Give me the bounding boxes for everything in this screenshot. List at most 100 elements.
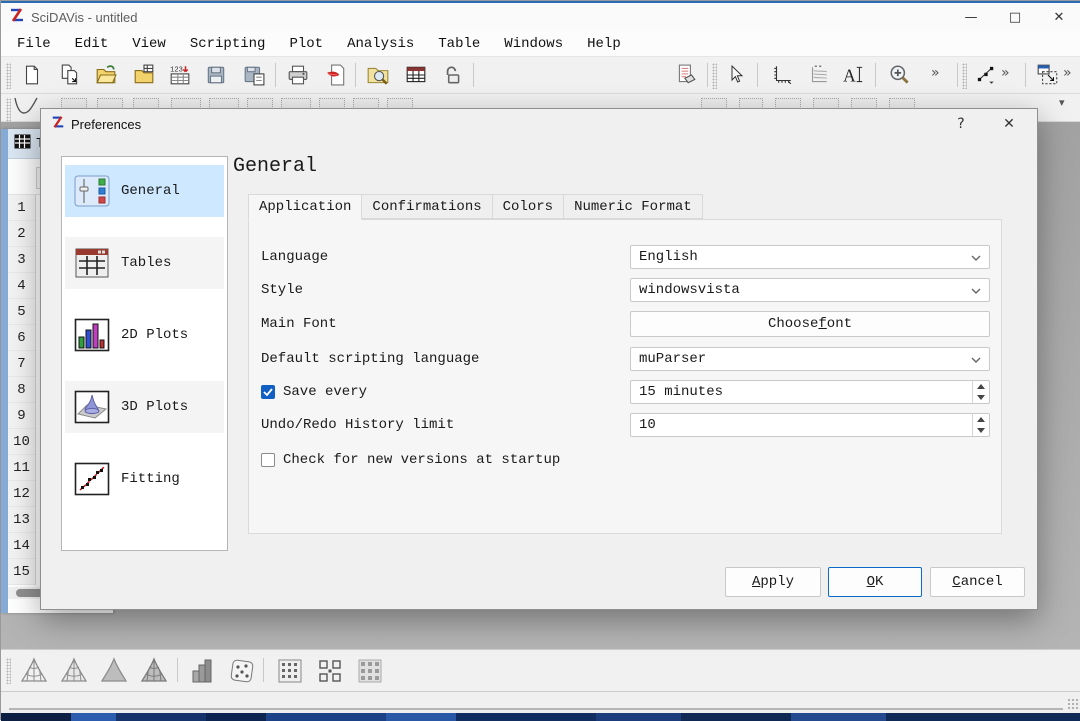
dialog-close-button[interactable]: ✕ [989,109,1029,139]
close-button[interactable]: ✕ [1037,3,1080,31]
category-fitting[interactable]: Fitting [65,453,224,505]
3d-hidden-line-icon[interactable] [55,653,93,689]
resize-grip[interactable] [1067,698,1079,710]
toolbar-drag-handle[interactable] [6,63,11,89]
row-number[interactable]: 5 [8,299,35,325]
menu-help[interactable]: Help [575,33,633,55]
row-number[interactable]: 11 [8,455,35,481]
screen-reader-icon[interactable] [1031,60,1065,90]
row-number[interactable]: 9 [8,403,35,429]
3d-contour-icon[interactable] [271,653,309,689]
save-every-spinbox[interactable]: 15 minutes [630,380,990,404]
scripting-language-value: muParser [639,351,706,367]
lock-icon[interactable] [435,60,469,90]
style-select[interactable]: windowsvista [630,278,990,302]
save-every-checkbox-row[interactable]: Save every [261,380,367,404]
minimize-button[interactable]: — [949,3,993,31]
undo-limit-spinbox[interactable]: 10 [630,413,990,437]
menu-view[interactable]: View [120,33,178,55]
cancel-button[interactable]: Cancel [930,567,1025,597]
new-function-plot-icon[interactable] [801,60,835,90]
row-number[interactable]: 15 [8,559,35,585]
tab-colors[interactable]: Colors [493,194,564,219]
new-table-icon[interactable] [399,60,433,90]
category-general[interactable]: General [65,165,224,217]
import-ascii-icon[interactable]: 123 [163,60,197,90]
spin-up-button[interactable] [973,381,989,392]
row-number[interactable]: 12 [8,481,35,507]
edit-script-icon[interactable] [669,60,703,90]
spin-down-button[interactable] [973,425,989,436]
menu-scripting[interactable]: Scripting [178,33,278,55]
save-project-icon[interactable] [199,60,233,90]
menu-plot[interactable]: Plot [277,33,335,55]
3d-scatter-icon[interactable] [223,653,261,689]
apply-button[interactable]: Apply [725,567,821,597]
add-text-icon[interactable]: A [837,60,871,90]
tab-confirmations[interactable]: Confirmations [362,194,492,219]
row-number[interactable]: 8 [8,377,35,403]
toolbar-drag-handle[interactable] [6,98,11,124]
export-pdf-icon[interactable] [319,60,353,90]
toolbar-overflow-chevron[interactable]: » [931,65,940,81]
open-template-icon[interactable] [127,60,161,90]
row-number[interactable]: 4 [8,273,35,299]
toolbar-drag-handle[interactable] [962,63,967,89]
pointer-icon[interactable] [719,60,753,90]
category-tables[interactable]: Tables [65,237,224,289]
language-select[interactable]: English [630,245,990,269]
menu-table[interactable]: Table [426,33,492,55]
new-project-icon[interactable] [15,60,49,90]
zoom-in-icon[interactable] [883,60,917,90]
ok-button[interactable]: OK [828,567,922,597]
check-versions-checkbox[interactable] [261,453,275,467]
category-2d-plots[interactable]: 2D Plots [65,309,224,361]
row-number[interactable]: 13 [8,507,35,533]
new-graph-icon[interactable] [765,60,799,90]
choose-font-button[interactable]: Choose font [630,311,990,337]
row-number[interactable]: 10 [8,429,35,455]
3d-polygons-icon[interactable] [95,653,133,689]
toolbar-separator [1025,63,1026,87]
3d-wireframe-polygons-icon[interactable] [135,653,173,689]
menu-windows[interactable]: Windows [492,33,575,55]
open-project-icon[interactable] [89,60,123,90]
row-number[interactable]: 7 [8,351,35,377]
dialog-help-button[interactable]: ? [941,109,981,139]
choose-font-accel: f [818,316,826,332]
menu-analysis[interactable]: Analysis [335,33,426,55]
print-icon[interactable] [281,60,315,90]
row-number[interactable]: 14 [8,533,35,559]
toolbar-drag-handle[interactable] [712,63,717,89]
toolbar-overflow-chevron[interactable]: ▾ [1059,96,1065,109]
maximize-button[interactable]: □ [993,3,1037,31]
3d-color-map-icon[interactable] [311,653,349,689]
category-3d-plots[interactable]: 3D Plots [65,381,224,433]
toolbar-overflow-chevron[interactable]: » [1001,65,1010,81]
toolbar-drag-handle[interactable] [6,658,11,684]
3d-grayscale-map-icon[interactable] [351,653,389,689]
row-number[interactable]: 6 [8,325,35,351]
row-number[interactable]: 3 [8,247,35,273]
toolbar-overflow-chevron[interactable]: » [1063,65,1072,81]
tab-application[interactable]: Application [248,194,362,220]
save-template-icon[interactable] [237,60,271,90]
3d-wireframe-icon[interactable] [15,653,53,689]
dialog-titlebar[interactable]: Preferences ? ✕ [41,109,1037,139]
new-note-icon[interactable] [53,60,87,90]
tab-numeric-format[interactable]: Numeric Format [564,194,703,219]
save-every-checkbox[interactable] [261,385,275,399]
spin-up-button[interactable] [973,414,989,425]
3d-bars-icon[interactable] [183,653,221,689]
menu-edit[interactable]: Edit [63,33,121,55]
tab-label: Application [259,199,351,215]
menu-file[interactable]: File [5,33,63,55]
row-number[interactable]: 1 [8,195,35,221]
row-number[interactable]: 2 [8,221,35,247]
title-bar[interactable]: SciDAVis - untitled — □ ✕ [1,3,1080,31]
find-icon[interactable] [361,60,395,90]
scripting-language-select[interactable]: muParser [630,347,990,371]
spin-down-button[interactable] [973,392,989,403]
draw-line-icon[interactable] [969,60,1003,90]
check-versions-row[interactable]: Check for new versions at startup [261,448,560,472]
